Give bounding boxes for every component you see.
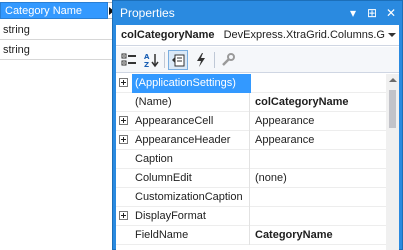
properties-icon[interactable] [168, 50, 188, 70]
background-grid: Category Name string string [0, 0, 116, 250]
property-row[interactable]: Caption [116, 150, 386, 169]
alphabetical-icon[interactable]: A Z [141, 50, 161, 70]
property-value[interactable] [251, 74, 386, 93]
property-value[interactable]: colCategoryName [251, 93, 386, 112]
property-value[interactable]: Appearance [251, 131, 386, 150]
property-row[interactable]: (Name) colCategoryName [116, 93, 386, 112]
property-value[interactable] [251, 188, 386, 207]
property-name: DisplayFormat [132, 207, 250, 226]
property-value[interactable]: (none) [251, 169, 386, 188]
object-type: DevExpress.XtraGrid.Columns.GridColumn [223, 29, 399, 41]
property-row[interactable]: AppearanceCell Appearance [116, 112, 386, 131]
property-row[interactable]: (ApplicationSettings) [116, 74, 386, 93]
expand-plus-icon[interactable] [119, 211, 128, 220]
property-grid-scrollbar[interactable] [386, 74, 399, 250]
property-value[interactable]: CategoryName [251, 226, 386, 245]
toolbar-separator [214, 52, 215, 68]
property-row[interactable]: FieldName CategoryName [116, 226, 386, 245]
properties-titlebar[interactable]: Properties ▾ ⊞ ✕ [113, 1, 402, 25]
categorized-icon[interactable] [119, 50, 139, 70]
grid-cell[interactable]: string [0, 21, 116, 40]
properties-toolbar: A Z [116, 47, 399, 73]
scroll-up-arrow-icon[interactable] [389, 78, 397, 82]
window-position-dropdown-icon[interactable]: ▾ [345, 5, 361, 21]
property-row[interactable]: AppearanceHeader Appearance [116, 131, 386, 150]
scrollbar-thumb[interactable] [389, 90, 396, 128]
window-close-icon[interactable]: ✕ [383, 5, 399, 21]
property-row[interactable]: ColumnEdit (none) [116, 169, 386, 188]
properties-title: Properties [120, 6, 175, 20]
object-name: colCategoryName [121, 29, 215, 41]
window-pin-icon[interactable]: ⊞ [364, 5, 380, 21]
property-row[interactable]: CustomizationCaption [116, 188, 386, 207]
property-value[interactable] [251, 150, 386, 169]
property-name: (ApplicationSettings) [132, 74, 251, 93]
expand-plus-icon[interactable] [119, 116, 128, 125]
object-selector-dropdown-icon[interactable] [385, 25, 399, 45]
svg-text:A: A [144, 53, 150, 61]
property-value[interactable]: Appearance [251, 112, 386, 131]
properties-window: Properties ▾ ⊞ ✕ colCategoryName DevExpr… [112, 0, 403, 250]
property-name: AppearanceHeader [132, 131, 250, 150]
property-name: ColumnEdit [132, 169, 250, 188]
toolbar-separator [164, 52, 165, 68]
events-icon[interactable] [191, 50, 211, 70]
property-name: CustomizationCaption [132, 188, 250, 207]
property-value[interactable] [251, 207, 386, 226]
expand-plus-icon[interactable] [119, 135, 128, 144]
column-header-category-name[interactable]: Category Name [0, 2, 108, 19]
property-pages-icon[interactable] [218, 50, 238, 70]
property-name: AppearanceCell [132, 112, 250, 131]
property-name: Caption [132, 150, 250, 169]
grid-cell[interactable]: string [0, 41, 116, 60]
properties-panel: colCategoryName DevExpress.XtraGrid.Colu… [116, 25, 399, 250]
object-selector[interactable]: colCategoryName DevExpress.XtraGrid.Colu… [116, 25, 399, 46]
property-name: FieldName [132, 226, 250, 245]
svg-text:Z: Z [144, 61, 149, 68]
property-name: (Name) [132, 93, 250, 112]
expand-plus-icon[interactable] [119, 78, 128, 87]
property-grid: (ApplicationSettings) (Name) colCategory… [116, 74, 386, 250]
property-row[interactable]: DisplayFormat [116, 207, 386, 226]
